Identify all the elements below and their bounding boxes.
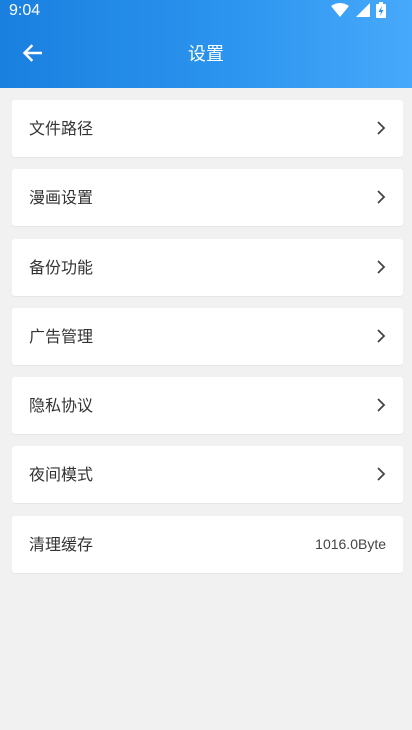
status-icons (331, 2, 386, 18)
settings-item-label: 备份功能 (29, 257, 94, 277)
chevron-right-icon (373, 259, 389, 275)
status-bar: 9:04 (0, 0, 412, 22)
settings-item-file-path[interactable]: 文件路径 (12, 100, 403, 157)
app-header: 9:04 设置 (0, 0, 412, 88)
settings-item-label: 广告管理 (29, 326, 94, 346)
chevron-right-icon (373, 466, 389, 482)
status-time: 9:04 (9, 2, 41, 19)
settings-list: 文件路径 漫画设置 备份功能 广告管理 隐私协议 夜间模式 清理缓存 1016.… (12, 100, 403, 585)
cache-size-value: 1016.0Byte (315, 535, 386, 552)
settings-item-privacy-policy[interactable]: 隐私协议 (12, 377, 403, 435)
cellular-signal-icon (355, 2, 370, 18)
settings-item-comic-settings[interactable]: 漫画设置 (12, 169, 403, 227)
chevron-right-icon (373, 328, 389, 344)
chevron-right-icon (373, 189, 389, 205)
battery-charging-icon (376, 2, 386, 18)
settings-item-label: 清理缓存 (29, 534, 94, 554)
settings-item-clear-cache[interactable]: 清理缓存 1016.0Byte (12, 515, 403, 573)
page-title: 设置 (188, 44, 224, 65)
chevron-right-icon (373, 120, 389, 136)
settings-item-backup[interactable]: 备份功能 (12, 238, 403, 296)
wifi-icon (331, 2, 349, 18)
settings-item-night-mode[interactable]: 夜间模式 (12, 446, 403, 504)
settings-item-label: 夜间模式 (29, 465, 94, 485)
settings-item-label: 漫画设置 (29, 188, 94, 208)
settings-item-label: 隐私协议 (29, 396, 94, 416)
settings-item-label: 文件路径 (29, 119, 94, 138)
chevron-right-icon (373, 397, 389, 413)
toolbar: 设置 (0, 22, 412, 88)
settings-item-ad-management[interactable]: 广告管理 (12, 307, 403, 365)
